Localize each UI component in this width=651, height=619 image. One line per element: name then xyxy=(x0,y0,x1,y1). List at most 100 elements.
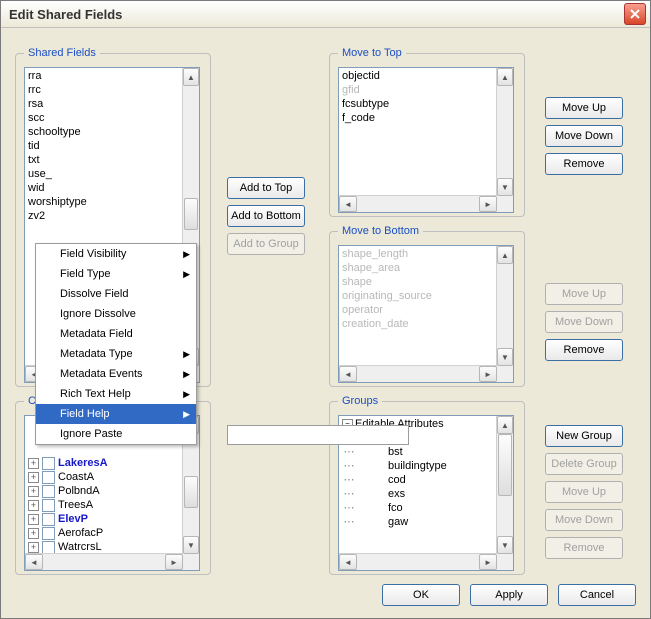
move-bottom-list[interactable]: shape_lengthshape_areashapeoriginating_s… xyxy=(338,245,514,383)
scroll-right-icon[interactable]: ► xyxy=(165,554,183,570)
menu-item[interactable]: Field Help▶ xyxy=(36,404,196,424)
context-menu[interactable]: Field Visibility▶Field Type▶Dissolve Fie… xyxy=(35,243,197,445)
checkbox[interactable] xyxy=(42,471,55,484)
tree-row[interactable]: ⋯cod xyxy=(342,473,494,487)
new-group-button[interactable]: New Group xyxy=(545,425,623,447)
scroll-thumb[interactable] xyxy=(184,476,198,508)
list-item[interactable]: use_ xyxy=(28,167,180,181)
scrollbar-horizontal[interactable]: ◄► xyxy=(339,365,497,382)
scroll-right-icon[interactable]: ► xyxy=(479,554,497,570)
tree-row[interactable]: +CoastA xyxy=(28,470,180,484)
list-item[interactable]: f_code xyxy=(342,111,494,125)
expand-icon[interactable]: + xyxy=(28,472,39,483)
tree-row[interactable]: ⋯exs xyxy=(342,487,494,501)
move-top-remove-button[interactable]: Remove xyxy=(545,153,623,175)
list-item[interactable]: wid xyxy=(28,181,180,195)
list-item[interactable]: shape_length xyxy=(342,247,494,261)
list-item[interactable]: originating_source xyxy=(342,289,494,303)
scroll-down-icon[interactable]: ▼ xyxy=(183,536,199,554)
checkbox[interactable] xyxy=(42,499,55,512)
list-item[interactable]: schooltype xyxy=(28,125,180,139)
list-item[interactable]: rsa xyxy=(28,97,180,111)
list-item[interactable]: fcsubtype xyxy=(342,97,494,111)
list-item[interactable]: tid xyxy=(28,139,180,153)
tree-row[interactable]: +ElevP xyxy=(28,512,180,526)
scroll-left-icon[interactable]: ◄ xyxy=(339,196,357,212)
cancel-button[interactable]: Cancel xyxy=(558,584,636,606)
scroll-left-icon[interactable]: ◄ xyxy=(339,554,357,570)
scroll-up-icon[interactable]: ▲ xyxy=(497,68,513,86)
checkbox[interactable] xyxy=(42,527,55,540)
expand-icon[interactable]: + xyxy=(28,542,39,553)
list-item[interactable]: operator xyxy=(342,303,494,317)
list-item[interactable]: worshiptype xyxy=(28,195,180,209)
checkbox[interactable] xyxy=(42,457,55,470)
scrollbar-vertical[interactable]: ▲ ▼ xyxy=(496,68,513,196)
menu-item[interactable]: Metadata Field xyxy=(36,324,196,344)
checkbox[interactable] xyxy=(42,541,55,554)
list-item[interactable]: shape_area xyxy=(342,261,494,275)
checkbox[interactable] xyxy=(42,513,55,526)
close-button[interactable] xyxy=(624,3,646,25)
scroll-down-icon[interactable]: ▼ xyxy=(497,178,513,196)
add-to-top-button[interactable]: Add to Top xyxy=(227,177,305,199)
scroll-left-icon[interactable]: ◄ xyxy=(339,366,357,382)
ok-button[interactable]: OK xyxy=(382,584,460,606)
list-item[interactable]: objectid xyxy=(342,69,494,83)
list-item[interactable]: txt xyxy=(28,153,180,167)
menu-item[interactable]: Metadata Type▶ xyxy=(36,344,196,364)
expand-icon[interactable]: + xyxy=(28,458,39,469)
list-item[interactable]: zv2 xyxy=(28,209,180,223)
tree-row[interactable]: +LakeresA xyxy=(28,456,180,470)
scroll-down-icon[interactable]: ▼ xyxy=(497,536,513,554)
tree-row[interactable]: +AerofacP xyxy=(28,526,180,540)
tree-row[interactable]: ⋯buildingtype xyxy=(342,459,494,473)
scroll-down-icon[interactable]: ▼ xyxy=(497,348,513,366)
list-item[interactable]: scc xyxy=(28,111,180,125)
scrollbar-horizontal[interactable]: ◄► xyxy=(339,553,497,570)
list-item[interactable]: gfid xyxy=(342,83,494,97)
tree-row[interactable]: +TreesA xyxy=(28,498,180,512)
menu-item[interactable]: Field Visibility▶ xyxy=(36,244,196,264)
scroll-thumb[interactable] xyxy=(184,198,198,230)
scrollbar-vertical[interactable]: ▲ ▼ xyxy=(496,416,513,554)
scrollbar-horizontal[interactable]: ◄► xyxy=(25,553,183,570)
apply-button[interactable]: Apply xyxy=(470,584,548,606)
add-to-bottom-button[interactable]: Add to Bottom xyxy=(227,205,305,227)
menu-item[interactable]: Rich Text Help▶ xyxy=(36,384,196,404)
tree-row[interactable]: ⋯fco xyxy=(342,501,494,515)
move-top-up-button[interactable]: Move Up xyxy=(545,97,623,119)
tree-connector: ⋯ xyxy=(342,515,356,529)
list-item[interactable]: shape xyxy=(342,275,494,289)
expand-icon[interactable]: + xyxy=(28,486,39,497)
scroll-right-icon[interactable]: ► xyxy=(479,196,497,212)
move-top-list[interactable]: objectidgfidfcsubtypef_code ▲ ▼ ◄► xyxy=(338,67,514,213)
scroll-thumb[interactable] xyxy=(498,434,512,496)
move-bottom-remove-button[interactable]: Remove xyxy=(545,339,623,361)
scroll-up-icon[interactable]: ▲ xyxy=(497,416,513,434)
expand-icon[interactable]: + xyxy=(28,514,39,525)
list-item[interactable]: rra xyxy=(28,69,180,83)
scroll-up-icon[interactable]: ▲ xyxy=(183,68,199,86)
scrollbar-vertical[interactable]: ▲ ▼ xyxy=(496,246,513,366)
submenu-panel[interactable] xyxy=(227,425,409,445)
menu-item[interactable]: Ignore Paste xyxy=(36,424,196,444)
scroll-up-icon[interactable]: ▲ xyxy=(497,246,513,264)
list-item[interactable]: rrc xyxy=(28,83,180,97)
menu-item[interactable]: Ignore Dissolve xyxy=(36,304,196,324)
list-item[interactable]: creation_date xyxy=(342,317,494,331)
scroll-right-icon[interactable]: ► xyxy=(479,366,497,382)
expand-icon[interactable]: + xyxy=(28,528,39,539)
scroll-left-icon[interactable]: ◄ xyxy=(25,554,43,570)
checkbox[interactable] xyxy=(42,485,55,498)
move-top-down-button[interactable]: Move Down xyxy=(545,125,623,147)
menu-item[interactable]: Metadata Events▶ xyxy=(36,364,196,384)
expand-icon[interactable]: + xyxy=(28,500,39,511)
tree-row[interactable]: +WatrcrsL xyxy=(28,540,180,554)
tree-row[interactable]: ⋯bst xyxy=(342,445,494,459)
menu-item[interactable]: Dissolve Field xyxy=(36,284,196,304)
tree-row[interactable]: ⋯gaw xyxy=(342,515,494,529)
scrollbar-horizontal[interactable]: ◄► xyxy=(339,195,497,212)
menu-item[interactable]: Field Type▶ xyxy=(36,264,196,284)
tree-row[interactable]: +PolbndA xyxy=(28,484,180,498)
